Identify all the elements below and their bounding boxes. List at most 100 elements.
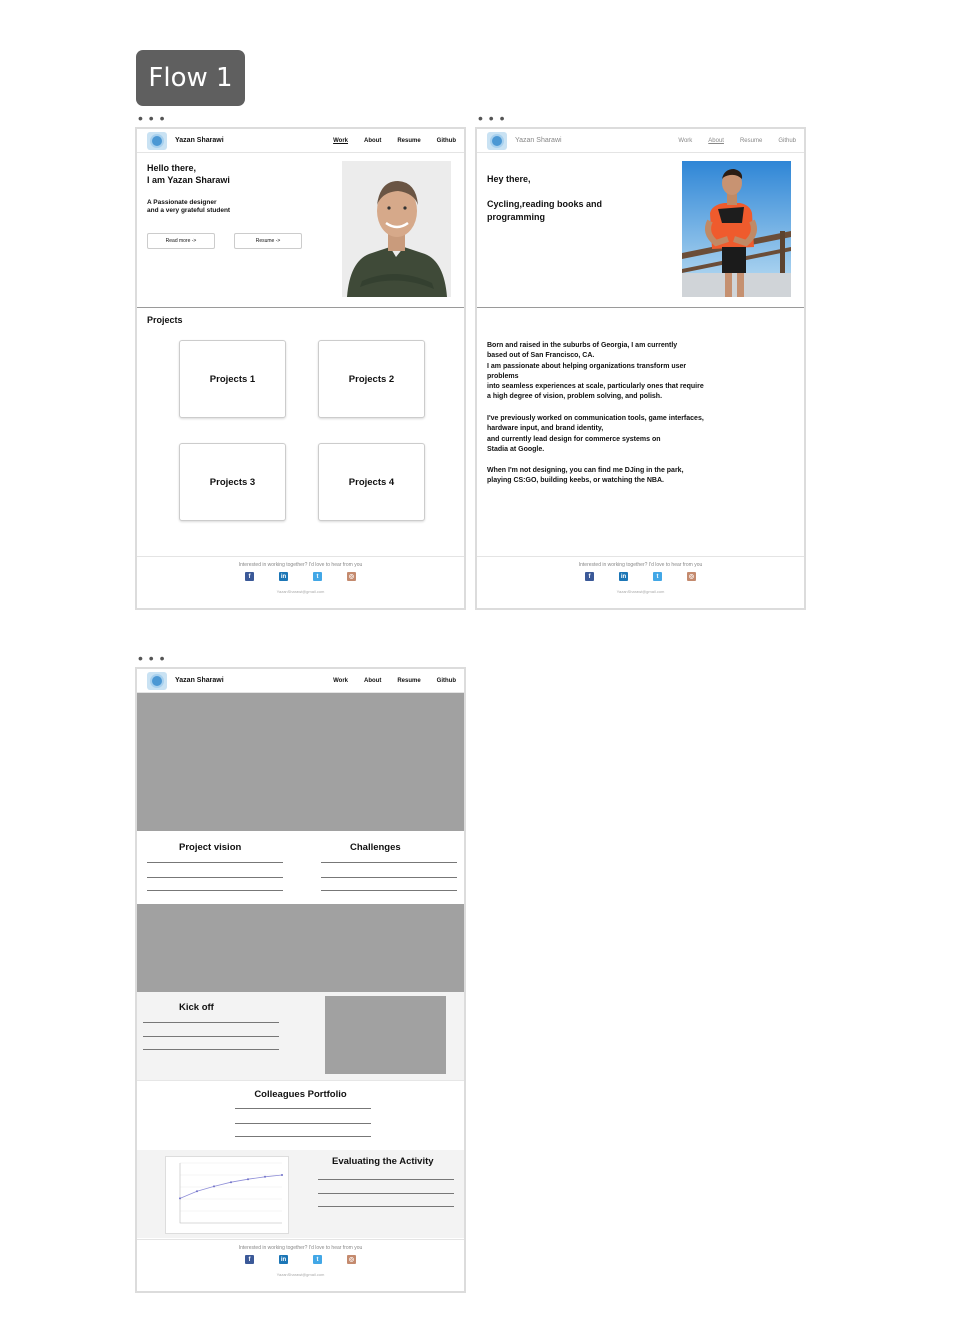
nav-work[interactable]: Work (333, 138, 348, 144)
project-vision-heading: Project vision (179, 842, 242, 853)
chart-point (213, 1185, 215, 1188)
footer-text: Interested in working together? I'd love… (238, 1245, 363, 1251)
twitter-icon[interactable]: t (653, 572, 662, 581)
tagline-line2: and a very grateful student (147, 207, 231, 214)
bio-line: I am passionate about helping organizati… (487, 362, 687, 370)
evaluating-activity-heading: Evaluating the Activity (332, 1156, 434, 1167)
twitter-icon[interactable]: t (313, 572, 322, 581)
projects-heading: Projects (147, 315, 183, 325)
text-line-placeholder (147, 877, 283, 878)
about-frame: Yazan Sharawi Work About Resume Github H… (475, 127, 806, 610)
project-card-2[interactable]: Projects 2 (318, 340, 425, 418)
logo[interactable] (487, 132, 507, 150)
banner-image-placeholder (137, 904, 464, 992)
brand-name: Yazan Sharawi (515, 137, 562, 144)
kickoff-image-placeholder (325, 996, 446, 1074)
nav-work[interactable]: Work (333, 678, 348, 684)
text-line-placeholder (147, 890, 283, 891)
chart-point (247, 1178, 249, 1181)
nav-links: Work About Resume Github (333, 138, 456, 144)
bio-line: a high degree of vision, problem solving… (487, 393, 663, 401)
bio-line: Stadia at Google. (487, 445, 545, 453)
nav-about[interactable]: About (364, 678, 381, 684)
nav-resume[interactable]: Resume (397, 138, 420, 144)
brand-name: Yazan Sharawi (175, 137, 224, 144)
project-card-1[interactable]: Projects 1 (179, 340, 286, 418)
nav-links: Work About Resume Github (678, 138, 796, 144)
facebook-icon[interactable]: f (585, 572, 594, 581)
facebook-icon[interactable]: f (245, 572, 254, 581)
activity-chart-svg (179, 1162, 283, 1224)
logo[interactable] (147, 132, 167, 150)
text-line-placeholder (321, 890, 457, 891)
chart-point (196, 1190, 198, 1193)
chart-axes (179, 1163, 282, 1224)
nav-links: Work About Resume Github (333, 678, 456, 684)
frame-menu-dots[interactable]: • • • (138, 651, 165, 665)
footer-text: Interested in working together? I'd love… (578, 562, 703, 568)
resume-button[interactable]: Resume -> (234, 233, 302, 249)
linkedin-icon[interactable]: in (279, 1255, 288, 1264)
chart-point (281, 1174, 283, 1176)
footer-email[interactable]: YazanSharawi@gmail.com (477, 589, 804, 594)
nav-github[interactable]: Github (437, 138, 456, 144)
bio-line: I've previously worked on communication … (487, 415, 704, 422)
challenges-heading: Challenges (350, 842, 401, 853)
activity-chart (165, 1156, 289, 1234)
footer-text: Interested in working together? I'd love… (238, 562, 363, 568)
nav-resume[interactable]: Resume (397, 678, 420, 684)
hobbies-line2: programming (487, 212, 546, 222)
bio-line: problems (487, 372, 519, 380)
about-photo (682, 161, 791, 297)
read-more-button[interactable]: Read more -> (147, 233, 215, 249)
footer: Interested in working together? I'd love… (477, 556, 804, 608)
nav-github[interactable]: Github (437, 678, 456, 684)
project-card-3[interactable]: Projects 3 (179, 443, 286, 521)
twitter-icon[interactable]: t (313, 1255, 322, 1264)
nav-work[interactable]: Work (678, 138, 692, 144)
bio-line: into seamless experiences at scale, part… (487, 383, 704, 391)
colleagues-portfolio-heading: Colleagues Portfolio (254, 1089, 347, 1100)
text-line-placeholder (318, 1206, 454, 1207)
footer-email[interactable]: YazanSharawi@gmail.com (137, 589, 464, 594)
hobbies-line1: Cycling,reading books and (487, 199, 603, 209)
nav-resume[interactable]: Resume (740, 138, 762, 144)
instagram-icon[interactable]: ◎ (347, 1255, 356, 1264)
linkedin-icon[interactable]: in (619, 572, 628, 581)
text-line-placeholder (321, 877, 457, 878)
bio-paragraph-3: When I'm not designing, you can find me … (487, 466, 777, 487)
text-line-placeholder (235, 1136, 371, 1137)
frame-menu-dots[interactable]: • • • (138, 111, 165, 125)
linkedin-icon[interactable]: in (279, 572, 288, 581)
chart-point (230, 1181, 232, 1184)
text-line-placeholder (235, 1123, 371, 1124)
nav-about[interactable]: About (708, 138, 724, 144)
facebook-icon[interactable]: f (245, 1255, 254, 1264)
about-greeting: Hey there, (487, 174, 531, 184)
home-frame: Yazan Sharawi Work About Resume Github H… (135, 127, 466, 610)
instagram-icon[interactable]: ◎ (687, 572, 696, 581)
divider (477, 307, 804, 308)
text-line-placeholder (147, 862, 283, 863)
navbar: Yazan Sharawi Work About Resume Github (477, 129, 804, 153)
navbar: Yazan Sharawi Work About Resume Github (137, 669, 464, 693)
greeting-line2: I am Yazan Sharawi (147, 175, 230, 185)
hero-image-placeholder (137, 693, 464, 831)
frame-menu-dots[interactable]: • • • (478, 111, 505, 125)
instagram-icon[interactable]: ◎ (347, 572, 356, 581)
nav-github[interactable]: Github (778, 138, 796, 144)
text-line-placeholder (318, 1179, 454, 1180)
bio-line: When I'm not designing, you can find me … (487, 467, 684, 474)
project-card-4[interactable]: Projects 4 (318, 443, 425, 521)
kickoff-heading: Kick off (179, 1002, 214, 1013)
profile-photo (342, 161, 451, 297)
tagline-line1: A Passionate designer (147, 199, 217, 206)
logo[interactable] (147, 672, 167, 690)
nav-about[interactable]: About (364, 138, 381, 144)
bio-line: based out of San Francisco, CA. (487, 352, 595, 360)
footer-email[interactable]: YazanSharawi@gmail.com (137, 1272, 464, 1277)
text-line-placeholder (321, 862, 457, 863)
text-line-placeholder (143, 1022, 279, 1023)
bio-line: hardware input, and brand identity, (487, 425, 604, 433)
divider (137, 307, 464, 308)
